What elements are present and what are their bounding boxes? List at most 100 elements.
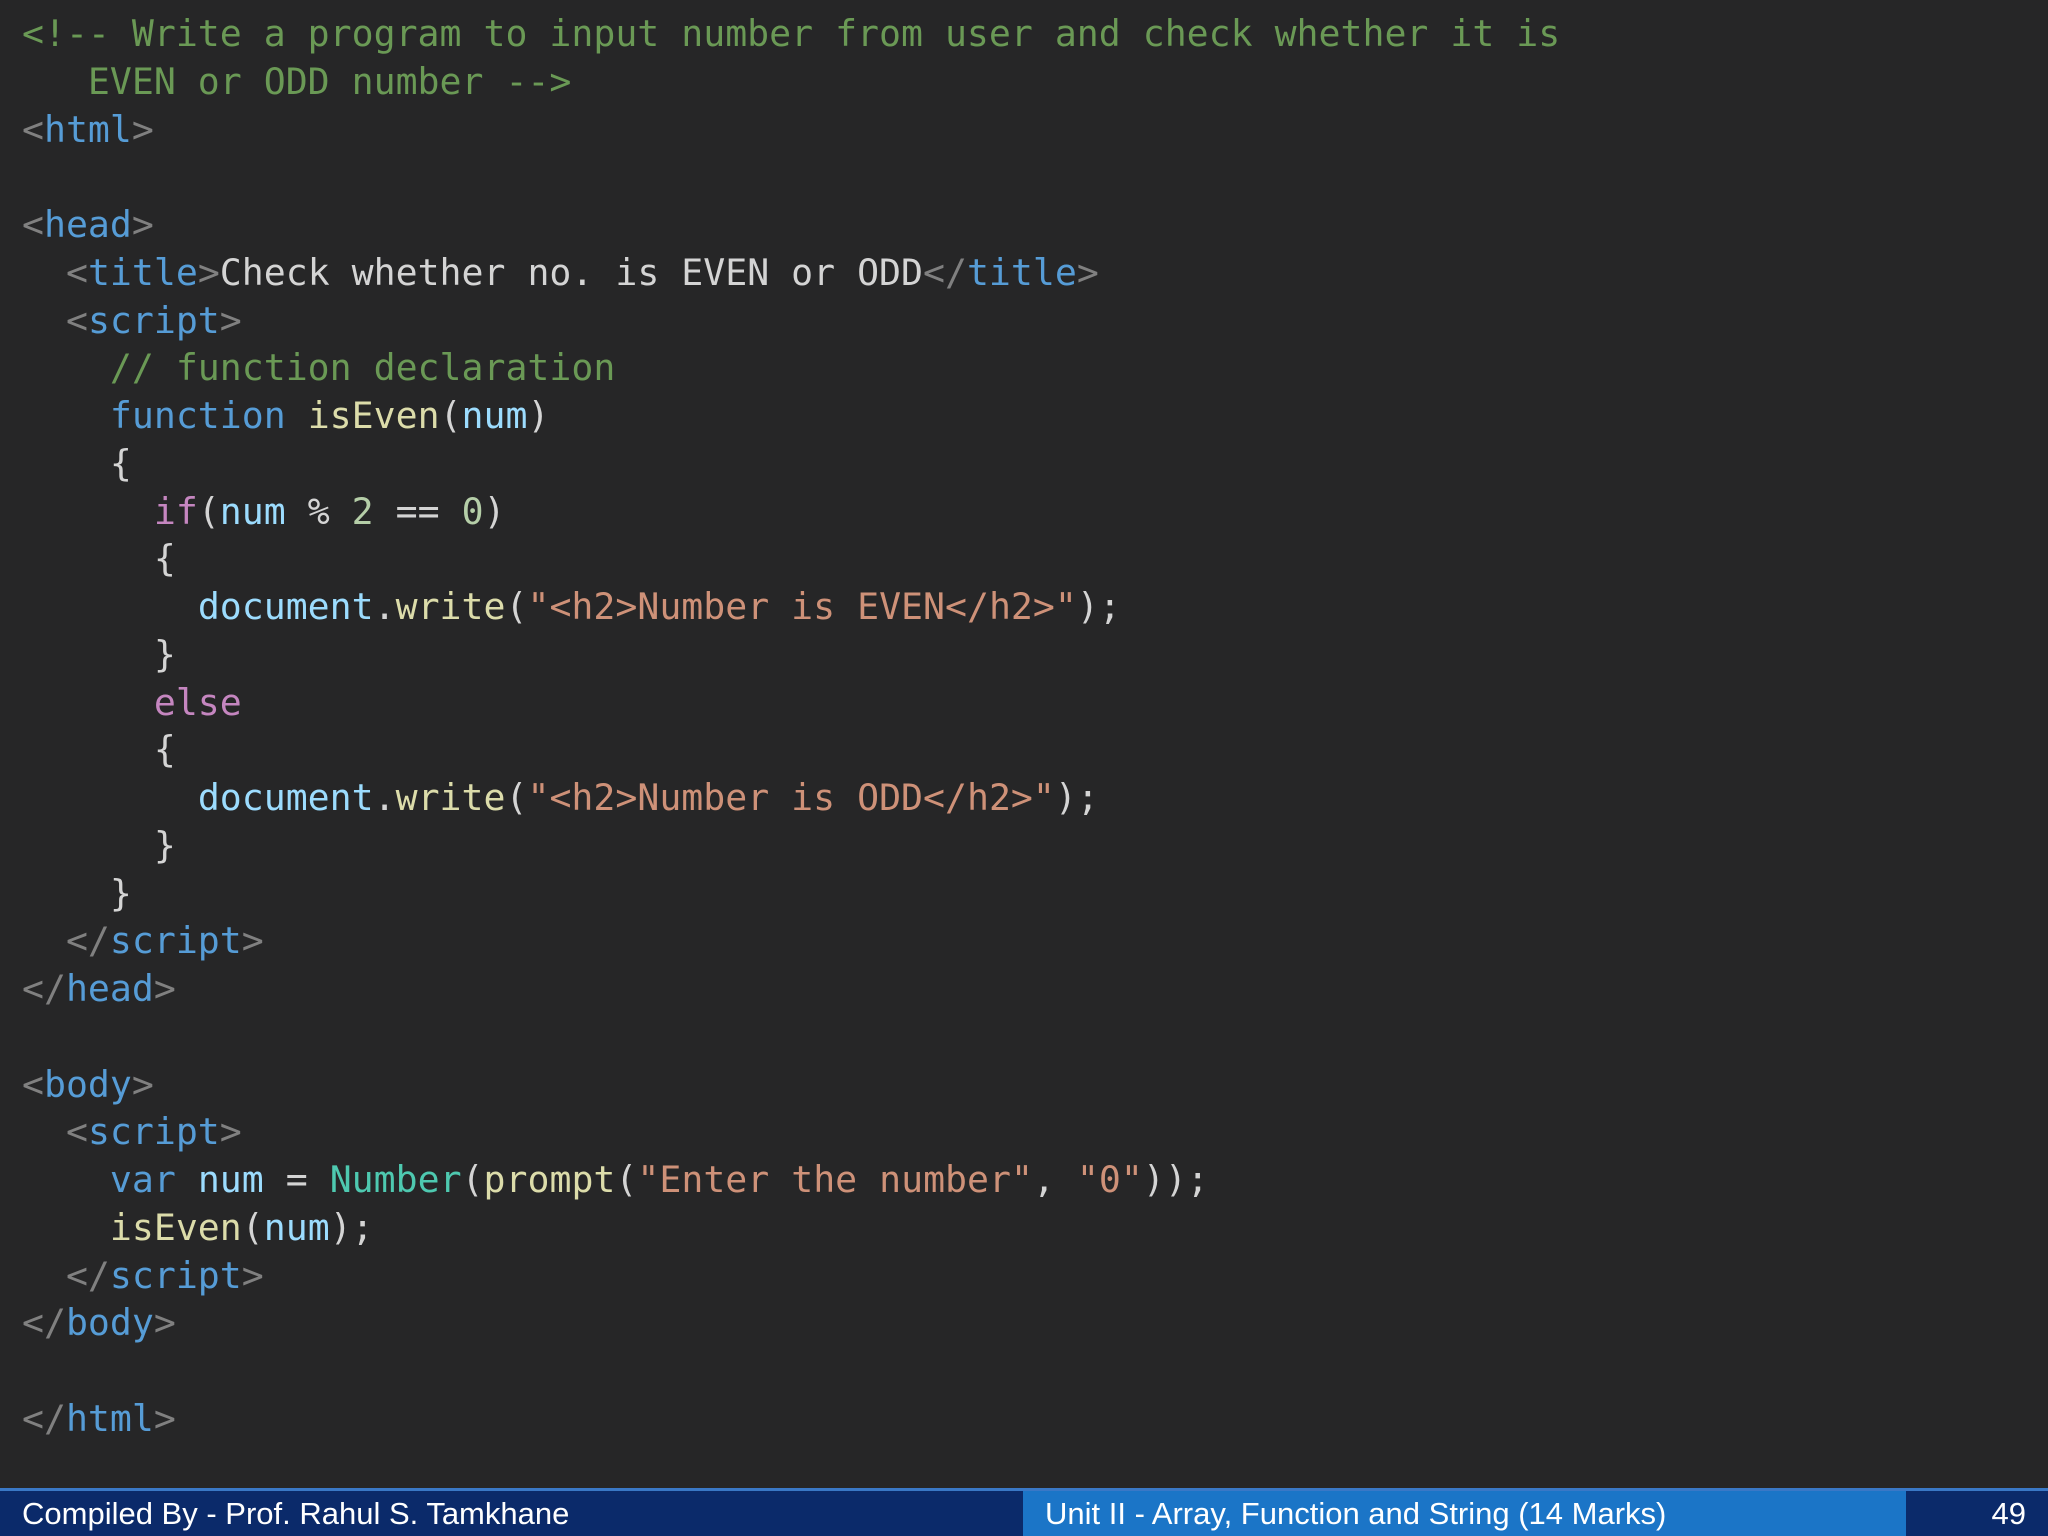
code-token: ( — [505, 776, 528, 819]
code-line: <script> — [22, 1108, 2028, 1156]
code-token: = — [263, 1158, 330, 1201]
code-line: if(num % 2 == 0) — [22, 488, 2028, 536]
code-token: write — [395, 585, 506, 628]
code-token: </ — [22, 967, 66, 1010]
code-line: } — [22, 631, 2028, 679]
code-token: > — [131, 1062, 154, 1106]
code-token: )); — [1142, 1158, 1209, 1201]
code-token: body — [43, 1062, 132, 1106]
code-token: html — [43, 107, 132, 151]
code-token: var — [109, 1158, 176, 1201]
code-token: </ — [22, 919, 110, 963]
code-token: ); — [329, 1205, 374, 1249]
code-line: isEven(num); — [22, 1204, 2028, 1252]
code-line: else — [22, 679, 2028, 727]
code-line: </html> — [22, 1395, 2028, 1443]
code-line: EVEN or ODD number --> — [22, 58, 2028, 106]
code-token: title — [966, 250, 1077, 294]
code-line: <head> — [22, 201, 2028, 249]
code-token: } — [22, 823, 176, 867]
code-token: else — [153, 680, 242, 724]
code-token: > — [219, 1110, 242, 1154]
code-token: "<h2>Number is ODD</h2>" — [527, 776, 1055, 819]
footer-page-number: 49 — [1906, 1491, 2048, 1536]
code-line: <html> — [22, 106, 2028, 154]
code-token: > — [153, 967, 176, 1010]
code-line: } — [22, 822, 2028, 870]
code-line: } — [22, 870, 2028, 918]
code-token: < — [22, 1110, 88, 1154]
code-token: < — [22, 107, 44, 151]
code-token: { — [22, 728, 176, 772]
code-line: // function declaration — [22, 344, 2028, 392]
code-token: < — [22, 298, 88, 342]
code-token: > — [197, 250, 220, 294]
code-token: > — [153, 1396, 176, 1440]
code-token: } — [22, 871, 132, 915]
code-token: ( — [241, 1205, 264, 1249]
code-line: </script> — [22, 1252, 2028, 1300]
code-line: <!-- Write a program to input number fro… — [22, 10, 2028, 58]
code-token: ) — [527, 394, 550, 437]
code-token: > — [219, 298, 242, 342]
code-token: if — [153, 489, 198, 533]
code-token: > — [131, 203, 154, 246]
code-token: Check whether no. is EVEN or ODD — [219, 250, 923, 294]
footer-author: Compiled By - Prof. Rahul S. Tamkhane — [0, 1491, 1023, 1536]
code-token: body — [65, 1301, 154, 1345]
code-token: { — [22, 441, 132, 485]
code-line: <script> — [22, 297, 2028, 345]
code-line: <body> — [22, 1061, 2028, 1109]
code-token: document — [197, 585, 374, 628]
code-token: < — [22, 203, 44, 246]
code-token: 2 — [351, 489, 374, 533]
code-token: > — [241, 1253, 264, 1297]
code-token: isEven — [109, 1205, 242, 1249]
code-token: ); — [1076, 585, 1121, 628]
code-token: num — [219, 489, 286, 533]
code-token: function — [109, 394, 286, 437]
code-token: </ — [22, 1396, 66, 1440]
code-token: </ — [22, 1301, 66, 1345]
code-token: head — [43, 203, 132, 246]
code-line: </head> — [22, 965, 2028, 1013]
code-token: . — [373, 776, 396, 819]
code-token: <!-- Write a program to input number fro… — [22, 12, 1561, 55]
code-token: > — [241, 919, 264, 963]
code-token: isEven — [307, 394, 440, 437]
code-line: { — [22, 440, 2028, 488]
code-token: == — [373, 489, 462, 533]
code-block: <!-- Write a program to input number fro… — [22, 10, 2028, 1443]
code-token: 0 — [461, 489, 484, 533]
code-line: { — [22, 726, 2028, 774]
code-line: document.write("<h2>Number is ODD</h2>")… — [22, 774, 2028, 822]
code-token: ) — [483, 489, 506, 533]
code-token: ); — [1054, 776, 1099, 819]
code-token: ( — [197, 489, 220, 533]
code-line: { — [22, 535, 2028, 583]
code-token: < — [22, 1062, 44, 1106]
code-token: % — [285, 489, 352, 533]
code-token: , — [1032, 1158, 1077, 1201]
code-token: "0" — [1076, 1158, 1143, 1201]
code-token: num — [197, 1158, 264, 1201]
code-line: <title>Check whether no. is EVEN or ODD<… — [22, 249, 2028, 297]
code-token: "Enter the number" — [637, 1158, 1033, 1201]
code-token: ( — [615, 1158, 638, 1201]
code-token: title — [87, 250, 198, 294]
code-line: </script> — [22, 917, 2028, 965]
code-token: // function declaration — [22, 346, 616, 390]
code-token: script — [87, 1110, 220, 1154]
code-token: prompt — [483, 1158, 616, 1201]
code-token: "<h2>Number is EVEN</h2>" — [527, 585, 1077, 628]
